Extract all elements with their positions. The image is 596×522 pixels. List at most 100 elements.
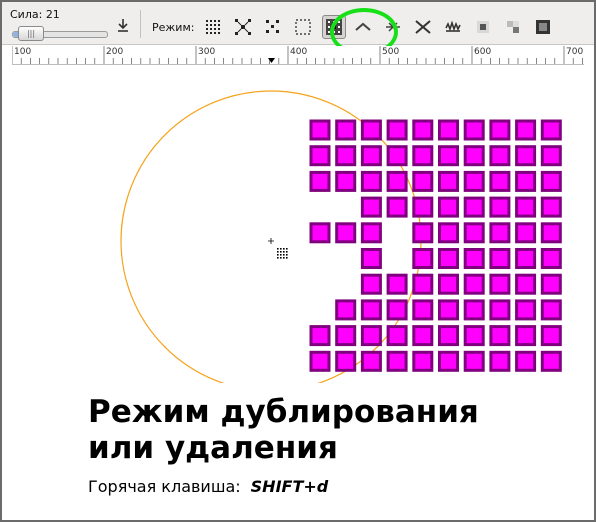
mode-button-jitter-color[interactable] xyxy=(502,16,524,38)
magenta-square[interactable] xyxy=(489,273,511,295)
magenta-square[interactable] xyxy=(412,222,434,244)
magenta-square[interactable] xyxy=(463,325,485,347)
magenta-square[interactable] xyxy=(489,145,511,167)
magenta-square[interactable] xyxy=(360,119,382,141)
mode-button-path-shrink[interactable] xyxy=(412,16,434,38)
magenta-square[interactable] xyxy=(335,299,357,321)
magenta-square[interactable] xyxy=(386,350,408,372)
magenta-square[interactable] xyxy=(360,273,382,295)
magenta-square[interactable] xyxy=(540,119,562,141)
magenta-square[interactable] xyxy=(489,350,511,372)
magenta-square[interactable] xyxy=(412,170,434,192)
magenta-square[interactable] xyxy=(515,119,537,141)
mode-button-paint[interactable] xyxy=(472,16,494,38)
magenta-square[interactable] xyxy=(386,145,408,167)
magenta-square[interactable] xyxy=(309,170,331,192)
magenta-square[interactable] xyxy=(412,119,434,141)
magenta-square[interactable] xyxy=(438,170,459,192)
magenta-square[interactable] xyxy=(386,196,408,218)
magenta-square[interactable] xyxy=(540,299,562,321)
magenta-square[interactable] xyxy=(438,196,459,218)
magenta-square[interactable] xyxy=(540,196,562,218)
magenta-square[interactable] xyxy=(463,170,485,192)
magenta-square[interactable] xyxy=(515,196,537,218)
magenta-square[interactable] xyxy=(515,325,537,347)
magenta-square[interactable] xyxy=(412,248,434,269)
magenta-square[interactable] xyxy=(515,350,537,372)
magenta-square[interactable] xyxy=(438,145,459,167)
magenta-square[interactable] xyxy=(463,273,485,295)
mode-button-move-in-out[interactable] xyxy=(292,16,314,38)
drawing-canvas[interactable] xyxy=(12,65,584,383)
magenta-square[interactable] xyxy=(360,299,382,321)
magenta-square[interactable] xyxy=(438,299,459,321)
magenta-square[interactable] xyxy=(463,196,485,218)
magenta-square[interactable] xyxy=(489,222,511,244)
magenta-square[interactable] xyxy=(489,299,511,321)
magenta-square[interactable] xyxy=(489,196,511,218)
magenta-square[interactable] xyxy=(463,119,485,141)
magenta-square[interactable] xyxy=(540,170,562,192)
magenta-square[interactable] xyxy=(309,222,331,244)
magenta-square[interactable] xyxy=(540,145,562,167)
magenta-square[interactable] xyxy=(489,119,511,141)
download-arrow-button[interactable] xyxy=(114,16,132,36)
magenta-square[interactable] xyxy=(386,273,408,295)
magenta-square[interactable] xyxy=(515,170,537,192)
magenta-square[interactable] xyxy=(335,325,357,347)
magenta-square[interactable] xyxy=(412,196,434,218)
magenta-square[interactable] xyxy=(489,248,511,269)
magenta-square[interactable] xyxy=(515,273,537,295)
magenta-square[interactable] xyxy=(412,145,434,167)
magenta-square[interactable] xyxy=(360,248,382,269)
magenta-square[interactable] xyxy=(412,325,434,347)
magenta-square[interactable] xyxy=(386,325,408,347)
magenta-square[interactable] xyxy=(360,145,382,167)
magenta-square[interactable] xyxy=(540,350,562,372)
magenta-square[interactable] xyxy=(309,145,331,167)
magenta-square[interactable] xyxy=(463,299,485,321)
magenta-square[interactable] xyxy=(309,325,331,347)
magenta-square[interactable] xyxy=(309,350,331,372)
mode-button-shrink[interactable] xyxy=(232,16,254,38)
magenta-square[interactable] xyxy=(386,119,408,141)
magenta-square[interactable] xyxy=(540,325,562,347)
magenta-square[interactable] xyxy=(386,299,408,321)
magenta-square[interactable] xyxy=(463,222,485,244)
magenta-square[interactable] xyxy=(335,145,357,167)
magenta-square[interactable] xyxy=(463,248,485,269)
mode-button-blur[interactable] xyxy=(532,16,554,38)
magenta-square[interactable] xyxy=(335,170,357,192)
magenta-square[interactable] xyxy=(360,350,382,372)
magenta-square[interactable] xyxy=(360,196,382,218)
magenta-square[interactable] xyxy=(438,119,459,141)
magenta-square[interactable] xyxy=(386,170,408,192)
magenta-square[interactable] xyxy=(438,248,459,269)
magenta-square[interactable] xyxy=(335,350,357,372)
magenta-square[interactable] xyxy=(540,248,562,269)
magenta-square[interactable] xyxy=(489,325,511,347)
magenta-square[interactable] xyxy=(335,119,357,141)
mode-button-scatter[interactable] xyxy=(202,16,224,38)
mode-button-move[interactable] xyxy=(262,16,284,38)
magenta-square[interactable] xyxy=(540,273,562,295)
magenta-square[interactable] xyxy=(463,350,485,372)
magenta-square[interactable] xyxy=(463,145,485,167)
magenta-square[interactable] xyxy=(489,170,511,192)
magenta-square[interactable] xyxy=(515,222,537,244)
magenta-square[interactable] xyxy=(335,222,357,244)
magenta-square[interactable] xyxy=(438,273,459,295)
magenta-square[interactable] xyxy=(412,299,434,321)
magenta-square[interactable] xyxy=(412,273,434,295)
mode-button-roughen[interactable] xyxy=(442,16,464,38)
magenta-square[interactable] xyxy=(360,325,382,347)
magenta-square[interactable] xyxy=(360,170,382,192)
magenta-square[interactable] xyxy=(438,350,459,372)
magenta-square[interactable] xyxy=(515,145,537,167)
magenta-square[interactable] xyxy=(360,222,382,244)
magenta-square[interactable] xyxy=(438,325,459,347)
magenta-square[interactable] xyxy=(438,222,459,244)
magenta-square[interactable] xyxy=(412,350,434,372)
magenta-square[interactable] xyxy=(515,299,537,321)
magenta-square[interactable] xyxy=(515,248,537,269)
